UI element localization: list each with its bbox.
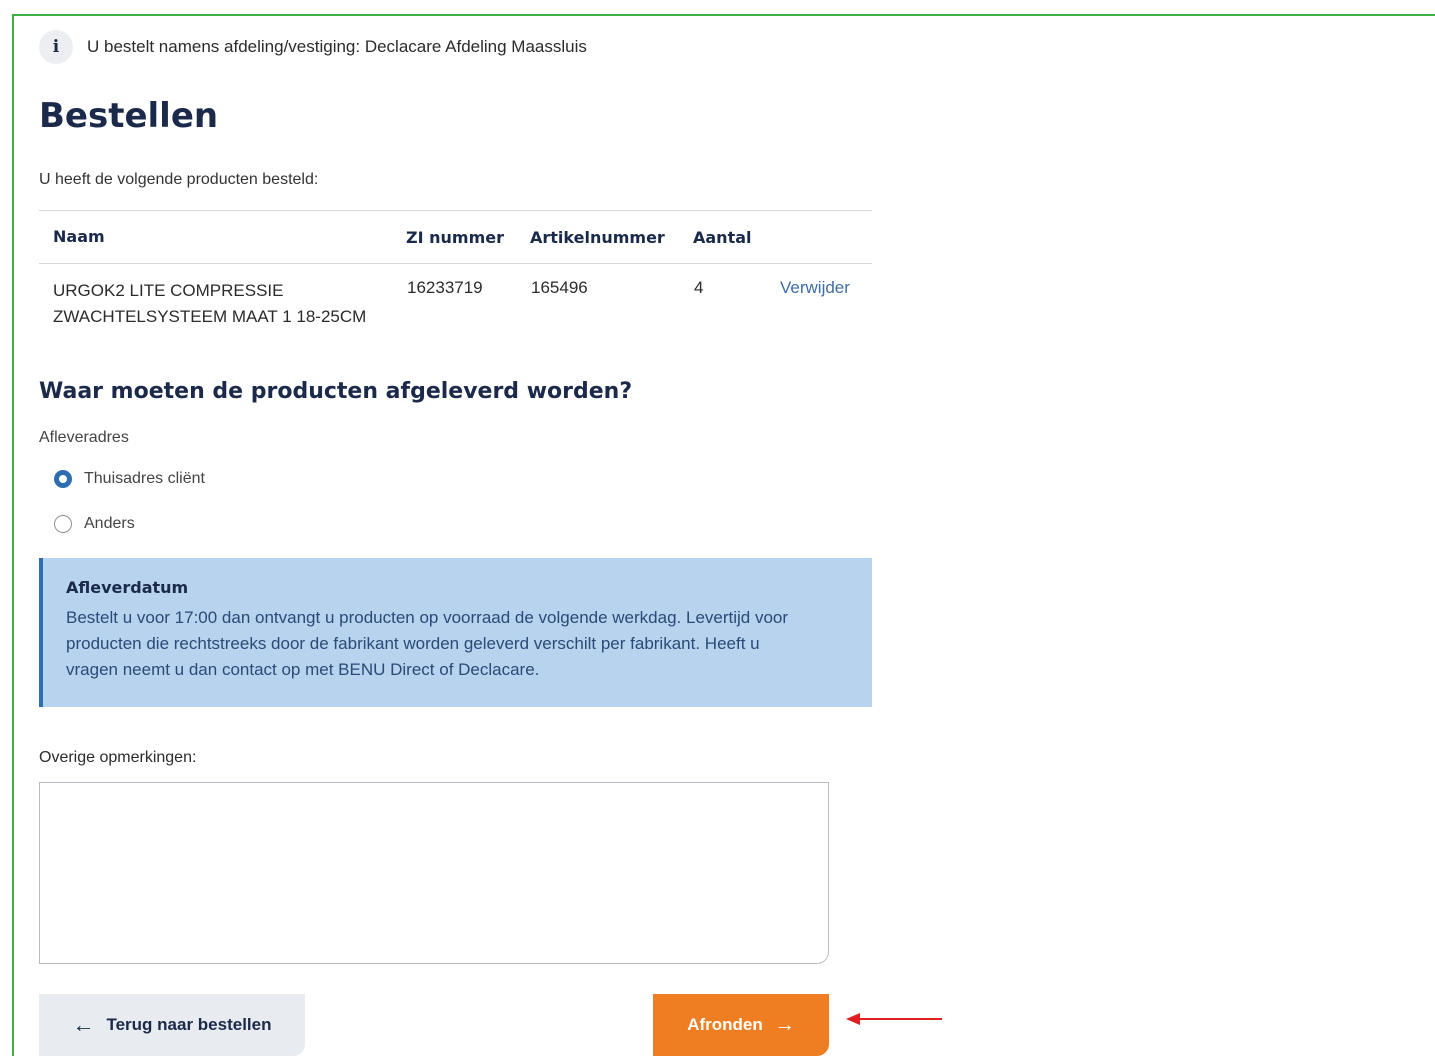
remove-link-cell: Verwijder [779, 264, 872, 352]
arrow-right-icon: → [774, 1013, 795, 1036]
notes-textarea[interactable] [39, 782, 829, 964]
delivery-heading: Waar moeten de producten afgeleverd word… [39, 379, 633, 404]
header-article: Artikelnummer [530, 210, 693, 264]
info-banner: i U bestelt namens afdeling/vestiging: D… [39, 30, 587, 64]
notice-body: Bestelt u voor 17:00 dan ontvangt u prod… [66, 605, 850, 683]
header-action [779, 210, 872, 264]
finish-button[interactable]: Afronden → [653, 994, 829, 1056]
product-quantity: 4 [694, 278, 704, 297]
product-name-line2: ZWACHTELSYSTEEM MAAT 1 18-25CM [53, 307, 367, 326]
radio-unselected-icon[interactable] [54, 515, 72, 533]
product-name: URGOK2 LITE COMPRESSIE ZWACHTELSYSTEEM M… [39, 264, 406, 352]
header-name: Naam [39, 210, 406, 264]
info-text: U bestelt namens afdeling/vestiging: Dec… [87, 37, 587, 56]
page-title: Bestellen [39, 96, 219, 136]
header-quantity: Aantal [693, 210, 779, 264]
address-label: Afleveradres [39, 429, 129, 446]
back-button[interactable]: ← Terug naar bestellen [39, 994, 305, 1056]
radio-option-other[interactable]: Anders [54, 515, 135, 533]
info-icon: i [39, 30, 73, 64]
radio-selected-icon[interactable] [54, 470, 72, 488]
finish-button-label: Afronden [687, 1015, 763, 1034]
notes-label: Overige opmerkingen: [39, 749, 197, 766]
product-article: 165496 [531, 278, 588, 297]
products-table: Naam ZI nummer Artikelnummer Aantal URGO… [39, 210, 872, 351]
radio-option-home[interactable]: Thuisadres cliënt [54, 470, 205, 488]
table-header-row: Naam ZI nummer Artikelnummer Aantal [39, 210, 872, 264]
delivery-date-notice: Afleverdatum Bestelt u voor 17:00 dan on… [39, 558, 872, 707]
table-row: URGOK2 LITE COMPRESSIE ZWACHTELSYSTEEM M… [39, 264, 872, 352]
header-zi: ZI nummer [406, 210, 530, 264]
notice-title: Afleverdatum [66, 578, 189, 597]
notice-line: producten die rechtstreeks door de fabri… [66, 634, 760, 653]
notice-line: vragen neemt u dan contact op met BENU D… [66, 660, 540, 679]
remove-link[interactable]: Verwijder [780, 278, 850, 297]
arrow-left-icon: ← [72, 1012, 95, 1037]
radio-other-label: Anders [84, 515, 135, 532]
back-button-label: Terug naar bestellen [106, 1015, 272, 1034]
annotation-arrow-icon [846, 1013, 942, 1025]
notice-line: Bestelt u voor 17:00 dan ontvangt u prod… [66, 608, 789, 627]
product-zi: 16233719 [407, 278, 483, 297]
product-name-line1: URGOK2 LITE COMPRESSIE [53, 281, 284, 300]
radio-home-label: Thuisadres cliënt [84, 470, 205, 487]
intro-text: U heeft de volgende producten besteld: [39, 171, 319, 188]
